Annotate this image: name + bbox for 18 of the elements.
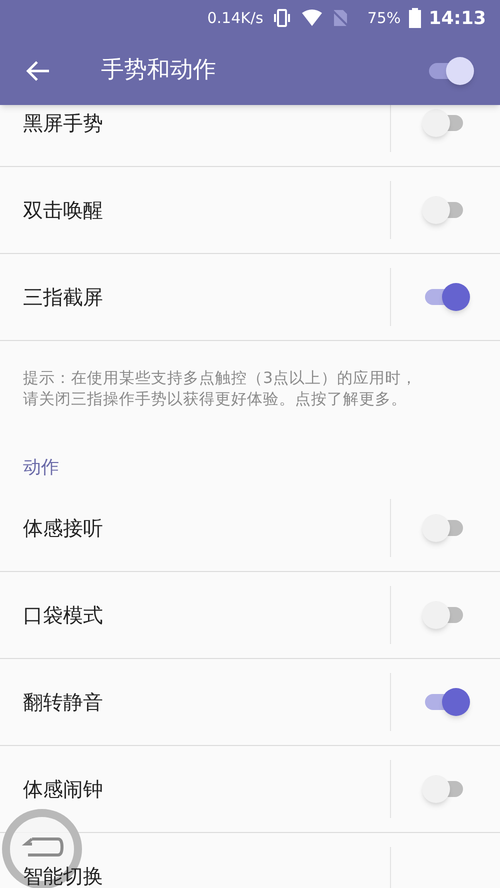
hint-text: 提示：在使用某些支持多点触控（3点以上）的应用时，请关闭三指操作手势以获得更好体验。点按了解更多。	[23, 368, 418, 410]
no-sim-icon	[331, 9, 350, 27]
setting-label: 口袋模式	[23, 602, 103, 629]
setting-label: 体感接听	[23, 515, 103, 542]
back-icon	[26, 60, 50, 82]
setting-label: 翻转静音	[23, 689, 103, 716]
wifi-icon	[301, 9, 324, 27]
battery-percent: 75%	[367, 8, 401, 29]
setting-label: 体感闹钟	[23, 776, 103, 803]
section-header: 动作	[23, 457, 59, 478]
setting-label: 智能切换	[23, 863, 103, 888]
clock: 14:13	[428, 6, 486, 30]
page-title: 手势和动作	[101, 56, 217, 86]
setting-label: 黑屏手势	[23, 110, 103, 137]
setting-label: 三指截屏	[23, 284, 103, 311]
setting-label: 双击唤醒	[23, 197, 103, 224]
battery-icon	[408, 8, 421, 28]
network-speed: 0.14K/s	[207, 8, 264, 29]
